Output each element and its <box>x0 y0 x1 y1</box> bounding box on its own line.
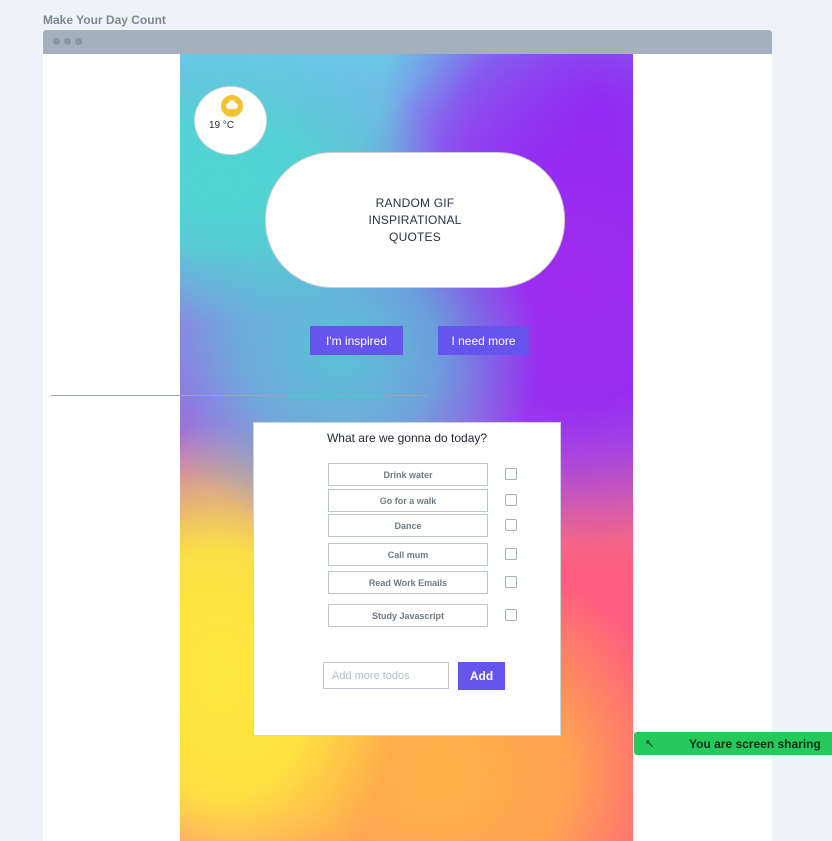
temperature-label: 19 °C <box>209 120 235 131</box>
add-todo-input[interactable] <box>323 662 449 689</box>
app-canvas: 19 °C RANDOM GIF INSPIRATIONAL QUOTES I'… <box>180 54 633 841</box>
add-todo-button[interactable]: Add <box>458 662 505 690</box>
todo-title-divider <box>51 395 427 396</box>
todo-checkbox[interactable] <box>505 519 517 531</box>
share-arrow-icon: ↖ <box>645 738 655 750</box>
todo-item[interactable]: Go for a walk <box>328 489 488 512</box>
sun-behind-cloud-icon <box>221 95 243 117</box>
quote-bubble: RANDOM GIF INSPIRATIONAL QUOTES <box>265 152 565 288</box>
todo-title: What are we gonna do today? <box>326 431 488 445</box>
todo-item[interactable]: Drink water <box>328 463 488 486</box>
window-dot-icon <box>64 38 71 45</box>
quote-line: RANDOM GIF <box>375 195 455 210</box>
todo-item[interactable]: Read Work Emails <box>328 571 488 594</box>
todo-checkbox[interactable] <box>505 468 517 480</box>
screen-sharing-banner[interactable]: ↖ You are screen sharing <box>634 732 832 755</box>
todo-item[interactable]: Study Javascript <box>328 604 488 627</box>
weather-badge: 19 °C <box>194 86 267 155</box>
todo-item[interactable]: Call mum <box>328 543 488 566</box>
todo-checkbox[interactable] <box>505 576 517 588</box>
page-title: Make Your Day Count <box>43 13 166 27</box>
window-dot-icon <box>75 38 82 45</box>
screen-sharing-text: You are screen sharing <box>689 737 821 751</box>
todo-checkbox[interactable] <box>505 609 517 621</box>
todo-item[interactable]: Dance <box>328 514 488 537</box>
im-inspired-button[interactable]: I'm inspired <box>310 326 403 355</box>
todo-checkbox[interactable] <box>505 494 517 506</box>
browser-title-bar <box>43 30 772 54</box>
window-dot-icon <box>53 38 60 45</box>
quote-line: QUOTES <box>389 229 441 244</box>
quote-line: INSPIRATIONAL <box>368 212 462 227</box>
todo-checkbox[interactable] <box>505 548 517 560</box>
todo-panel: What are we gonna do today? Drink water … <box>253 422 561 736</box>
i-need-more-button[interactable]: I need more <box>438 326 529 355</box>
